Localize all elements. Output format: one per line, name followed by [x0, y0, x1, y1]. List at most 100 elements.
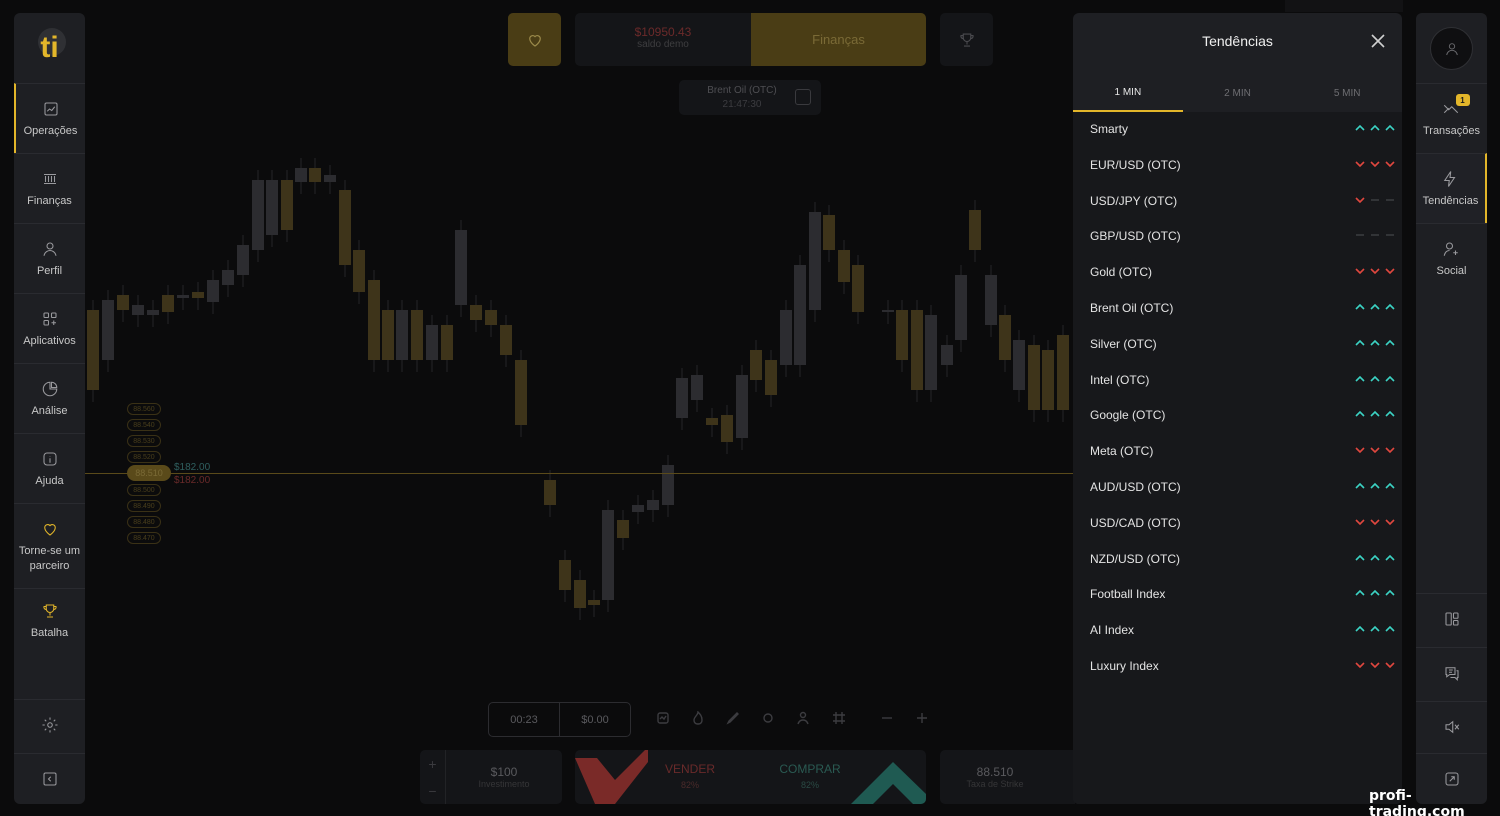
trend-row[interactable]: USD/CAD (OTC) [1073, 506, 1402, 542]
asset-selector[interactable]: Brent Oil (OTC) 21:47:30 [679, 80, 821, 115]
trend-indicators [1354, 122, 1396, 136]
nav-item-label: Tendências [1422, 195, 1479, 207]
chevron-up-icon [1370, 554, 1380, 561]
indicator-tool[interactable] [656, 711, 670, 725]
candle-body [266, 180, 278, 235]
nav-item-analise[interactable]: Análise [14, 363, 85, 433]
trend-row[interactable]: NZD/USD (OTC) [1073, 542, 1402, 578]
nav-item-tendencias[interactable]: Tendências [1416, 153, 1487, 223]
chevron-up-icon [1370, 482, 1380, 489]
trend-row[interactable]: Football Index [1073, 577, 1402, 613]
price-scale-chip: 88.500 [127, 484, 161, 496]
trend-indicators [1354, 229, 1396, 243]
clock-icon [795, 89, 811, 105]
candle-body [87, 310, 99, 390]
trend-asset-name: GBP/USD (OTC) [1090, 229, 1181, 244]
trend-row[interactable]: Luxury Index [1073, 649, 1402, 685]
nav-item-transacoes[interactable]: 1 Transações [1416, 83, 1487, 153]
candle-body [324, 175, 336, 182]
fullscreen-icon [1444, 771, 1459, 786]
candle-body [969, 210, 981, 250]
nav-item-operacoes[interactable]: Operações [14, 83, 85, 153]
collapse-sidebar-button[interactable] [14, 753, 85, 803]
trend-asset-name: USD/CAD (OTC) [1090, 515, 1181, 530]
chevron-down-icon [1355, 662, 1365, 669]
trend-row[interactable]: GBP/USD (OTC) [1073, 219, 1402, 255]
balance-selector[interactable]: $10950.43 saldo demo [575, 13, 751, 66]
sound-toggle-button[interactable] [1416, 701, 1487, 751]
chevron-up-icon [1355, 554, 1365, 561]
layout-button[interactable] [1416, 593, 1487, 643]
nav-item-perfil[interactable]: Perfil [14, 223, 85, 293]
logo[interactable]: ti [14, 13, 85, 83]
sound-off-icon [1444, 720, 1459, 733]
finance-button[interactable]: Finanças [751, 13, 926, 66]
pencil-tool[interactable] [726, 711, 740, 725]
settings-button[interactable] [14, 699, 85, 749]
balance-amount: $10950.43 [634, 25, 692, 39]
nav-item-ajuda[interactable]: Ajuda [14, 433, 85, 503]
nav-item-social[interactable]: Social [1416, 223, 1487, 293]
tab-2-min[interactable]: 2 MIN [1183, 75, 1293, 112]
tab-5-min[interactable]: 5 MIN [1292, 75, 1402, 112]
user-icon-wrap [40, 239, 60, 259]
investment-stepper[interactable]: + − [420, 750, 446, 804]
chat-icon [1444, 666, 1459, 681]
trend-row[interactable]: Meta (OTC) [1073, 434, 1402, 470]
trend-row[interactable]: USD/JPY (OTC) [1073, 184, 1402, 220]
buy-payout: 82% [800, 780, 819, 790]
watermark: profi-trading.com [1369, 788, 1465, 816]
trophy-button[interactable] [940, 13, 993, 66]
trend-row[interactable]: Smarty [1073, 112, 1402, 148]
nav-item-batalha[interactable]: Batalha [14, 588, 85, 653]
candle-body [852, 265, 864, 312]
price-scale-chip: 88.520 [127, 451, 161, 463]
nav-item-label: Batalha [30, 627, 69, 639]
favorite-button[interactable] [508, 13, 561, 66]
trend-row[interactable]: AI Index [1073, 613, 1402, 649]
dash-icon [1371, 234, 1379, 237]
nav-item-label: Perfil [36, 264, 63, 277]
collapse-icon [42, 771, 57, 786]
trend-row[interactable]: AUD/USD (OTC) [1073, 470, 1402, 506]
timer-amount-box[interactable]: 00:23 $0.00 [488, 702, 631, 737]
avatar[interactable] [1430, 27, 1473, 70]
trend-row[interactable]: EUR/USD (OTC) [1073, 148, 1402, 184]
trend-row[interactable]: Silver (OTC) [1073, 327, 1402, 363]
trend-row[interactable]: Brent Oil (OTC) [1073, 291, 1402, 327]
trend-row[interactable]: Intel (OTC) [1073, 363, 1402, 399]
chat-button[interactable] [1416, 647, 1487, 697]
trend-row[interactable]: Google (OTC) [1073, 398, 1402, 434]
plus-icon[interactable]: + [428, 756, 436, 772]
trends-title: Tendências [1202, 33, 1273, 49]
current-price-line [85, 473, 1075, 474]
candle-body [985, 275, 997, 325]
close-trends-button[interactable] [1370, 33, 1386, 49]
zoom-out-tool[interactable] [880, 711, 894, 725]
flame-tool[interactable] [691, 710, 705, 725]
trend-row[interactable]: Gold (OTC) [1073, 255, 1402, 291]
candle-body [500, 325, 512, 355]
grid-tool[interactable] [832, 711, 846, 725]
minus-icon[interactable]: − [428, 783, 436, 799]
nav-item-aplicativos[interactable]: Aplicativos [14, 293, 85, 363]
candle-body [132, 305, 144, 315]
person-tool[interactable] [796, 711, 810, 725]
nav-item-financas[interactable]: Finanças [14, 153, 85, 223]
chevron-up-icon [1370, 375, 1380, 382]
strike-box[interactable]: 88.510 Taxa de Strike [940, 750, 1075, 804]
lightning-icon [1443, 171, 1455, 187]
investment-box[interactable]: + − $100 Investimento [420, 750, 562, 804]
chevron-up-icon [1355, 375, 1365, 382]
chevron-up-icon [1370, 626, 1380, 632]
zoom-in-tool[interactable] [915, 711, 929, 725]
circle-tool[interactable] [761, 711, 775, 725]
chevron-up-icon [1370, 590, 1380, 596]
nav-item-parceiro[interactable]: Torne-se um parceiro [14, 503, 85, 588]
chevron-up-icon [1370, 303, 1380, 310]
price-chart[interactable] [85, 120, 1075, 700]
tab-1-min[interactable]: 1 MIN [1073, 75, 1183, 112]
candle-body [691, 375, 703, 400]
chevron-down-icon [1370, 519, 1380, 525]
chevron-down-icon [1370, 447, 1380, 454]
